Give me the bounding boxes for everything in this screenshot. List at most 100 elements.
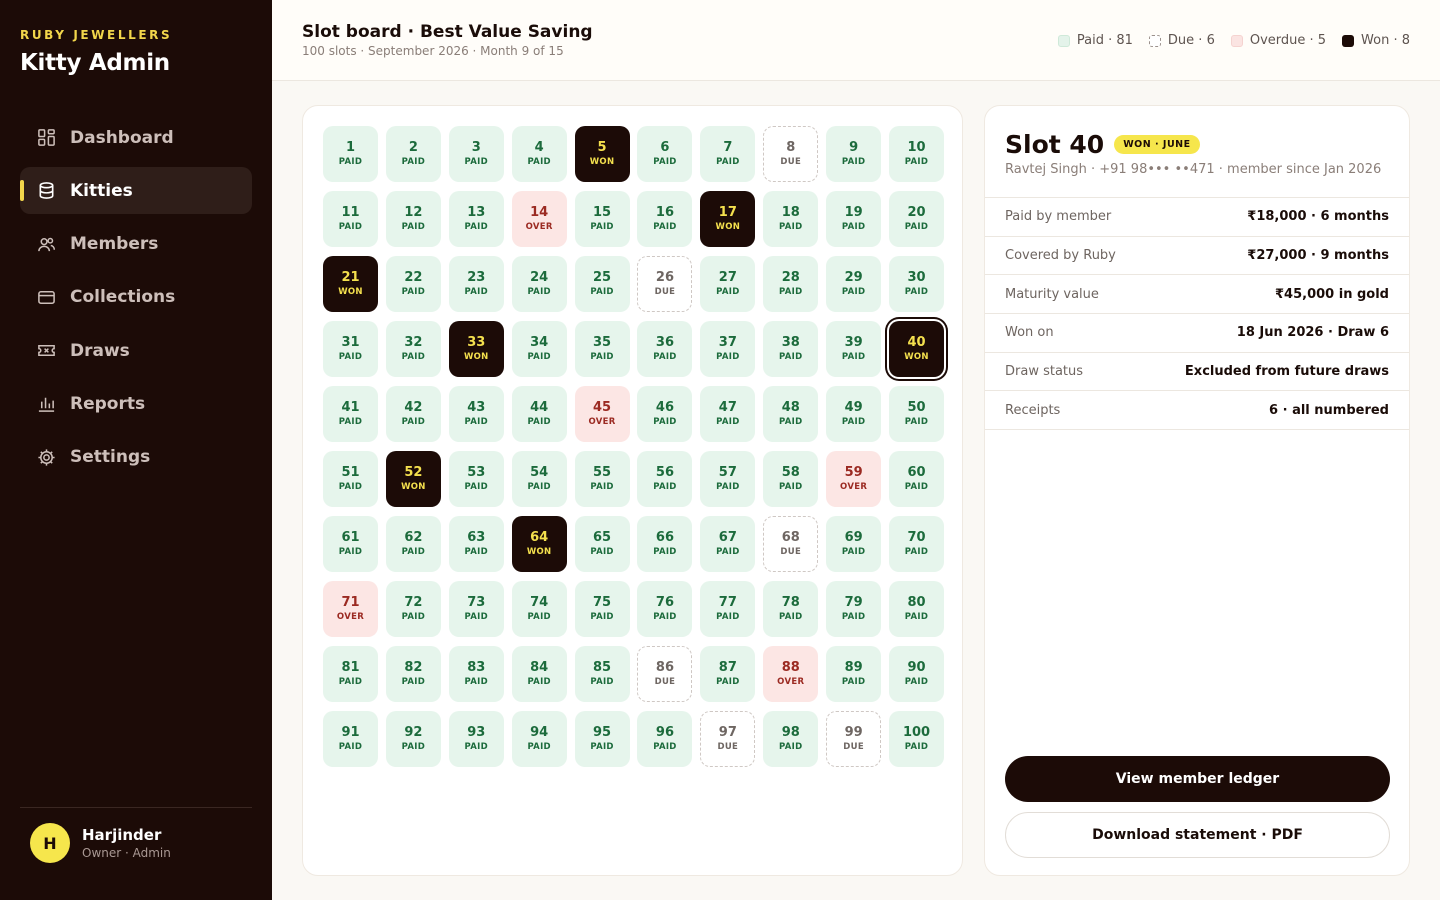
slot-cell[interactable]: 28 PAID (763, 256, 819, 312)
slot-cell[interactable]: 42 PAID (385, 386, 441, 442)
sidebar-item-draws[interactable]: Draws (20, 327, 252, 374)
slot-cell[interactable]: 67 PAID (700, 516, 756, 572)
slot-cell[interactable]: 53 PAID (448, 451, 504, 507)
slot-cell[interactable]: 9 PAID (826, 126, 882, 182)
slot-cell[interactable]: 34 PAID (511, 321, 567, 377)
slot-cell[interactable]: 80 PAID (889, 581, 945, 637)
slot-cell[interactable]: 54 PAID (511, 451, 567, 507)
slot-cell[interactable]: 86 DUE (637, 646, 693, 702)
slot-cell[interactable]: 79 PAID (826, 581, 882, 637)
slot-cell[interactable]: 38 PAID (763, 321, 819, 377)
slot-cell[interactable]: 1 PAID (323, 126, 378, 182)
slot-cell[interactable]: 2 PAID (385, 126, 441, 182)
slot-cell[interactable]: 49 PAID (826, 386, 882, 442)
slot-cell[interactable]: 66 PAID (637, 516, 693, 572)
slot-cell[interactable]: 65 PAID (574, 516, 630, 572)
slot-cell[interactable]: 24 PAID (511, 256, 567, 312)
download-statement-button[interactable]: Download statement · PDF (1005, 812, 1390, 858)
view-member-ledger-button[interactable]: View member ledger (1005, 756, 1390, 802)
slot-cell[interactable]: 56 PAID (637, 451, 693, 507)
slot-cell[interactable]: 52 WON (385, 451, 441, 507)
slot-cell[interactable]: 16 PAID (637, 191, 693, 247)
slot-cell[interactable]: 44 PAID (511, 386, 567, 442)
slot-cell[interactable]: 22 PAID (385, 256, 441, 312)
slot-cell[interactable]: 62 PAID (385, 516, 441, 572)
slot-cell[interactable]: 75 PAID (574, 581, 630, 637)
slot-cell[interactable]: 5 WON (574, 126, 630, 182)
slot-cell[interactable]: 100 PAID (889, 711, 945, 767)
slot-cell[interactable]: 82 PAID (385, 646, 441, 702)
slot-cell[interactable]: 72 PAID (385, 581, 441, 637)
slot-cell[interactable]: 59 OVER (826, 451, 882, 507)
slot-cell[interactable]: 85 PAID (574, 646, 630, 702)
slot-cell[interactable]: 92 PAID (385, 711, 441, 767)
slot-cell[interactable]: 48 PAID (763, 386, 819, 442)
slot-cell[interactable]: 11 PAID (323, 191, 378, 247)
slot-cell[interactable]: 50 PAID (889, 386, 945, 442)
slot-cell[interactable]: 18 PAID (763, 191, 819, 247)
slot-cell[interactable]: 61 PAID (323, 516, 378, 572)
slot-cell[interactable]: 21 WON (323, 256, 378, 312)
slot-cell[interactable]: 19 PAID (826, 191, 882, 247)
slot-cell[interactable]: 55 PAID (574, 451, 630, 507)
slot-cell[interactable]: 99 DUE (826, 711, 882, 767)
slot-cell[interactable]: 84 PAID (511, 646, 567, 702)
slot-cell[interactable]: 69 PAID (826, 516, 882, 572)
slot-cell[interactable]: 73 PAID (448, 581, 504, 637)
slot-cell[interactable]: 8 DUE (763, 126, 819, 182)
slot-cell[interactable]: 12 PAID (385, 191, 441, 247)
slot-cell[interactable]: 3 PAID (448, 126, 504, 182)
slot-cell[interactable]: 90 PAID (889, 646, 945, 702)
slot-cell[interactable]: 13 PAID (448, 191, 504, 247)
slot-cell[interactable]: 71 OVER (323, 581, 378, 637)
slot-cell[interactable]: 41 PAID (323, 386, 378, 442)
slot-cell[interactable]: 63 PAID (448, 516, 504, 572)
slot-cell[interactable]: 7 PAID (700, 126, 756, 182)
slot-cell[interactable]: 96 PAID (637, 711, 693, 767)
sidebar-item-kitties[interactable]: Kitties (20, 167, 252, 215)
slot-cell[interactable]: 20 PAID (889, 191, 945, 247)
slot-cell[interactable]: 36 PAID (637, 321, 693, 377)
slot-cell[interactable]: 97 DUE (700, 711, 756, 767)
slot-cell[interactable]: 43 PAID (448, 386, 504, 442)
slot-cell[interactable]: 87 PAID (700, 646, 756, 702)
slot-cell[interactable]: 70 PAID (889, 516, 945, 572)
slot-cell[interactable]: 46 PAID (637, 386, 693, 442)
slot-cell[interactable]: 51 PAID (323, 451, 378, 507)
slot-cell[interactable]: 25 PAID (574, 256, 630, 312)
slot-cell[interactable]: 94 PAID (511, 711, 567, 767)
slot-cell[interactable]: 77 PAID (700, 581, 756, 637)
sidebar-item-dashboard[interactable]: Dashboard (20, 114, 252, 161)
slot-cell[interactable]: 88 OVER (763, 646, 819, 702)
slot-cell[interactable]: 76 PAID (637, 581, 693, 637)
slot-cell[interactable]: 39 PAID (826, 321, 882, 377)
slot-cell[interactable]: 33 WON (448, 321, 504, 377)
slot-cell[interactable]: 57 PAID (700, 451, 756, 507)
slot-cell[interactable]: 60 PAID (889, 451, 945, 507)
slot-cell[interactable]: 91 PAID (323, 711, 378, 767)
slot-cell[interactable]: 58 PAID (763, 451, 819, 507)
slot-cell[interactable]: 31 PAID (323, 321, 378, 377)
slot-cell[interactable]: 17 WON (700, 191, 756, 247)
slot-cell[interactable]: 81 PAID (323, 646, 378, 702)
slot-cell[interactable]: 74 PAID (511, 581, 567, 637)
slot-cell[interactable]: 37 PAID (700, 321, 756, 377)
slot-cell[interactable]: 6 PAID (637, 126, 693, 182)
slot-cell[interactable]: 83 PAID (448, 646, 504, 702)
sidebar-item-settings[interactable]: Settings (20, 434, 252, 481)
slot-cell[interactable]: 89 PAID (826, 646, 882, 702)
user-profile[interactable]: H Harjinder Owner · Admin (30, 823, 171, 863)
slot-cell[interactable]: 45 OVER (574, 386, 630, 442)
slot-cell[interactable]: 32 PAID (385, 321, 441, 377)
slot-cell[interactable]: 68 DUE (763, 516, 819, 572)
sidebar-item-reports[interactable]: Reports (20, 380, 252, 427)
slot-cell[interactable]: 4 PAID (511, 126, 567, 182)
slot-cell[interactable]: 26 DUE (637, 256, 693, 312)
slot-cell[interactable]: 10 PAID (889, 126, 945, 182)
slot-cell[interactable]: 47 PAID (700, 386, 756, 442)
slot-cell[interactable]: 98 PAID (763, 711, 819, 767)
slot-cell[interactable]: 78 PAID (763, 581, 819, 637)
slot-cell[interactable]: 35 PAID (574, 321, 630, 377)
slot-cell[interactable]: 93 PAID (448, 711, 504, 767)
slot-cell[interactable]: 15 PAID (574, 191, 630, 247)
